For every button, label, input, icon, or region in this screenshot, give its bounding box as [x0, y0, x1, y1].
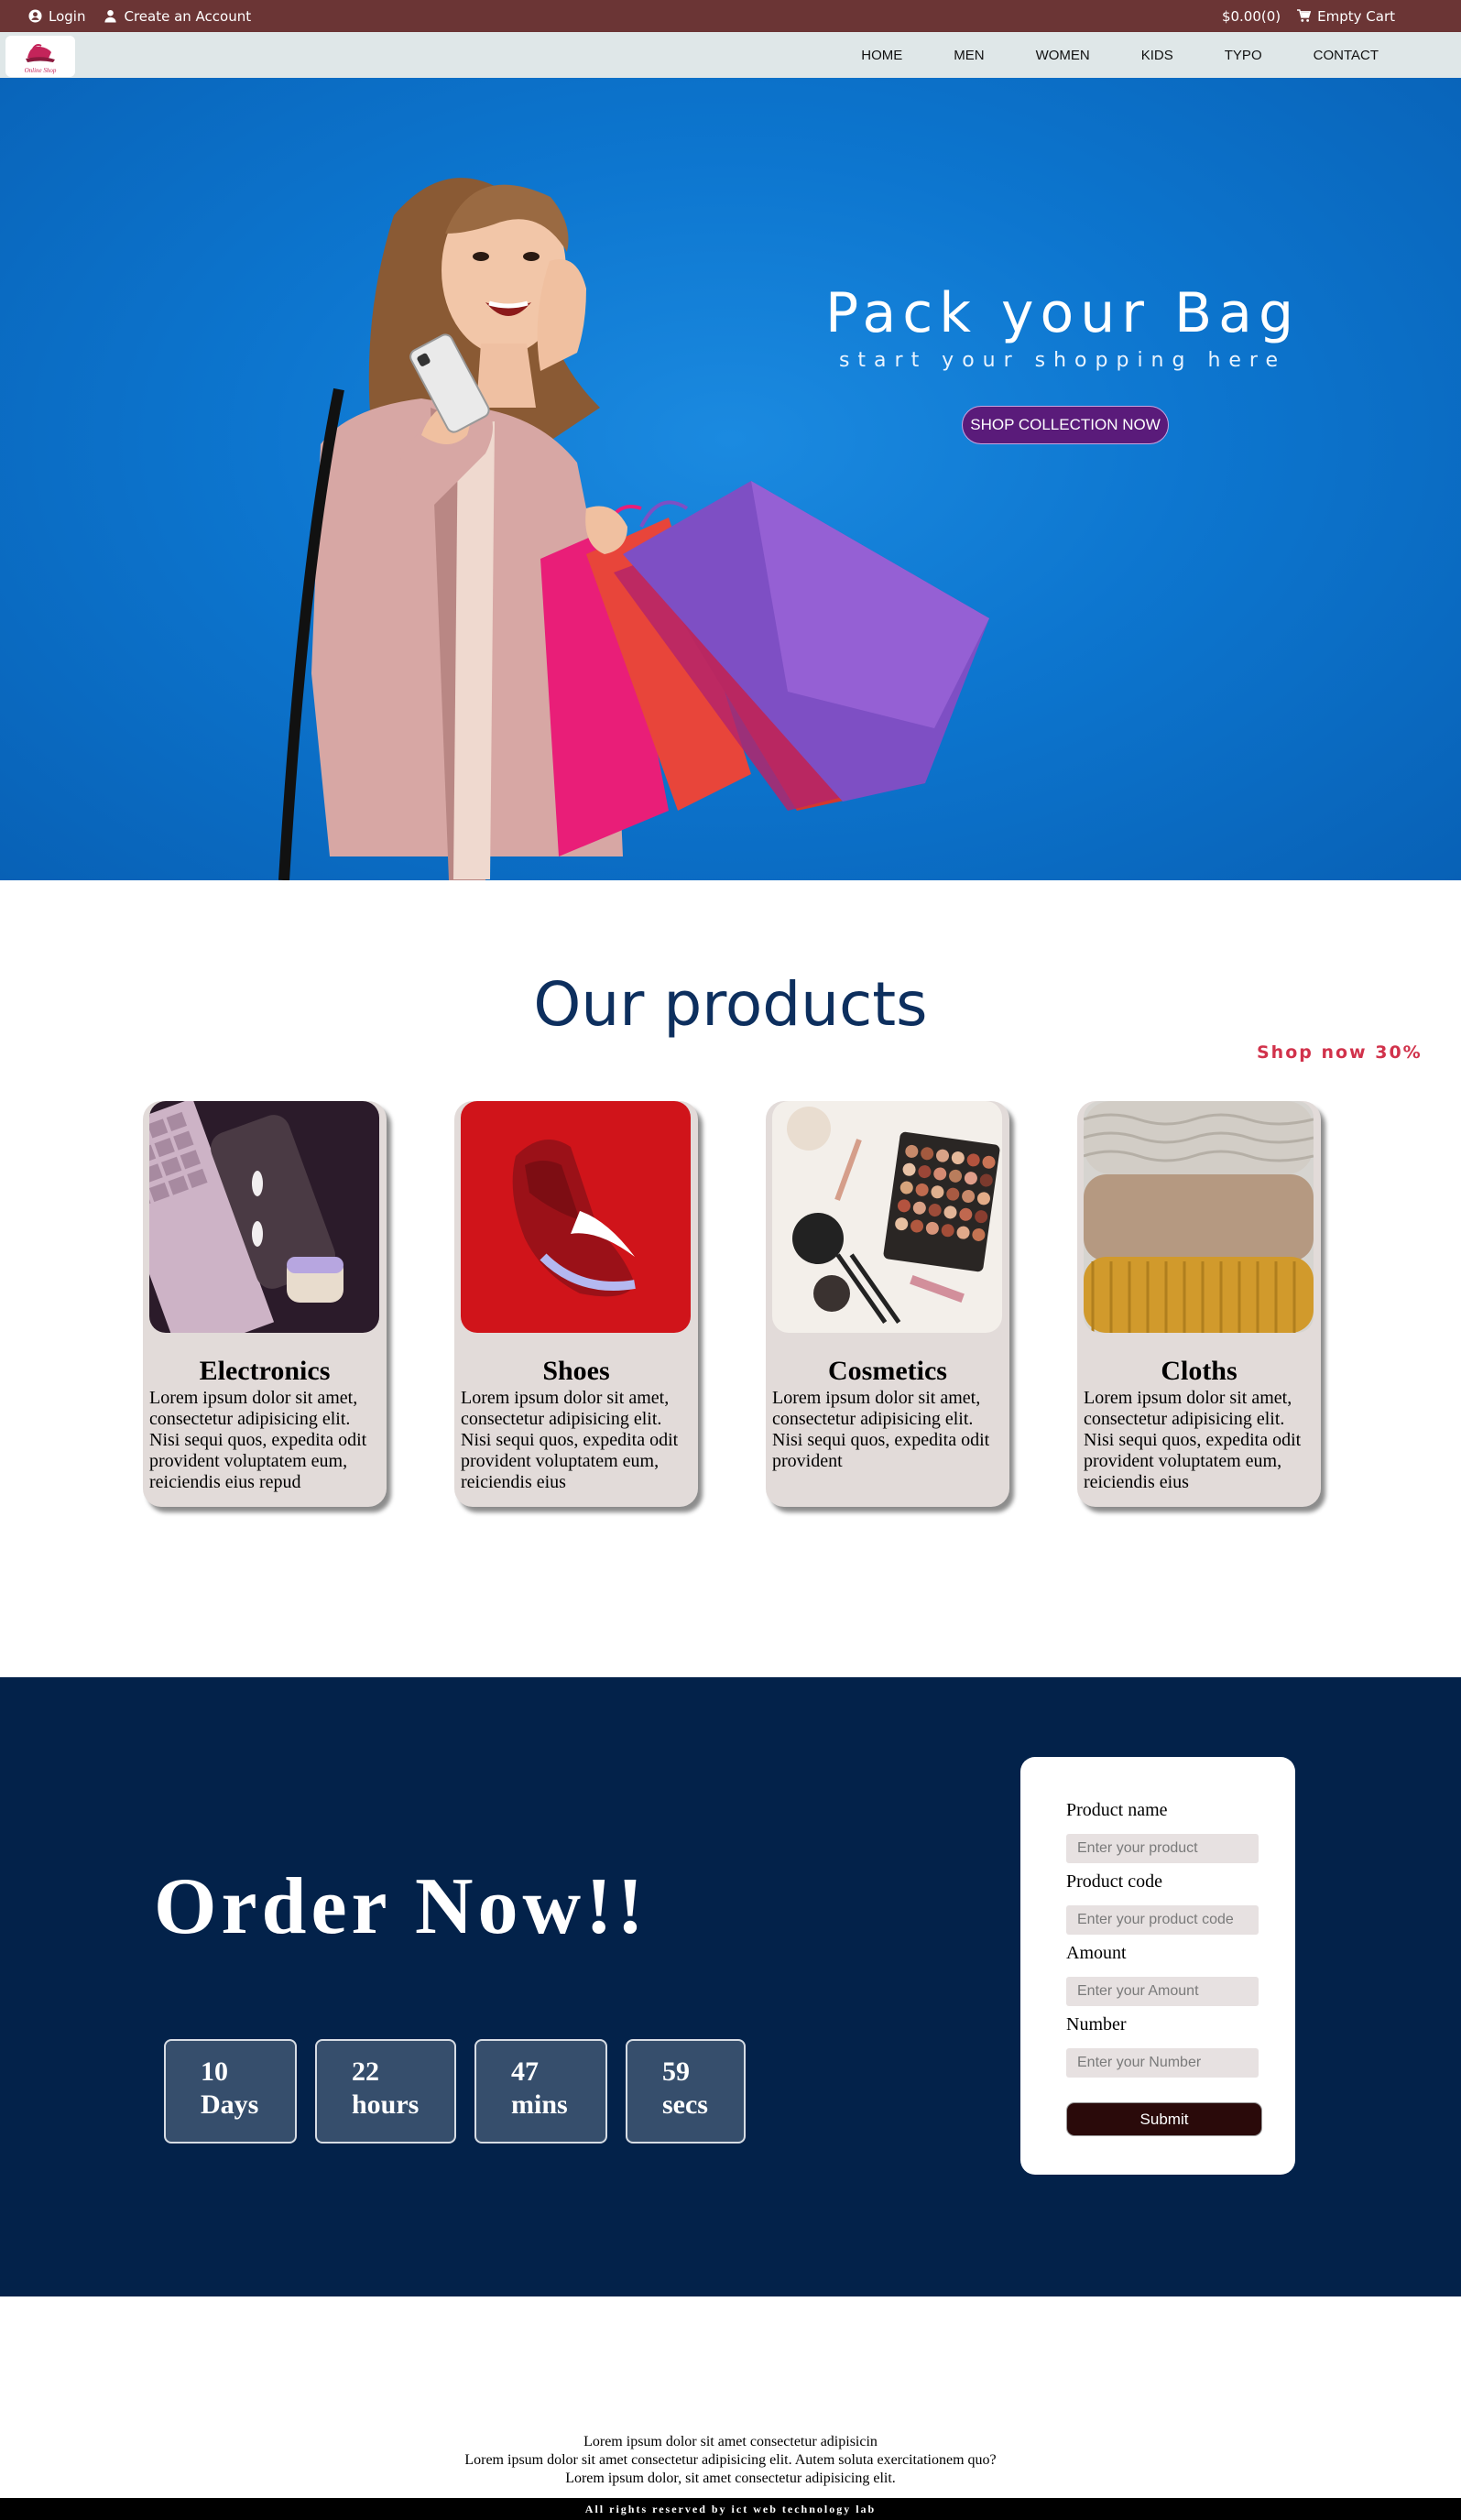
- product-code-input[interactable]: [1066, 1905, 1259, 1935]
- nav-item-home[interactable]: HOME: [861, 48, 902, 63]
- products-heading: Our products: [533, 969, 928, 1040]
- nav-item-women[interactable]: WOMEN: [1036, 48, 1090, 63]
- countdown-days: 10 Days: [164, 2039, 297, 2144]
- cart-icon: [1297, 9, 1312, 22]
- order-section: Order Now!! 10 Days 22 hours 47 mins 59 …: [0, 1677, 1461, 2296]
- countdown-value: 22: [352, 2056, 379, 2087]
- top-bar: Login Create an Account $0.00(0) Empty C…: [0, 0, 1461, 32]
- product-description: Lorem ipsum dolor sit amet, consectetur …: [1084, 1388, 1302, 1492]
- amount-input[interactable]: [1066, 1977, 1259, 2006]
- countdown-value: 59: [662, 2056, 690, 2087]
- hero-title: Pack your Bag: [824, 281, 1301, 345]
- login-link[interactable]: Login: [28, 8, 85, 25]
- product-description: Lorem ipsum dolor sit amet, consectetur …: [772, 1388, 990, 1471]
- product-name: Shoes: [542, 1356, 610, 1386]
- countdown-unit: hours: [352, 2089, 420, 2120]
- product-name-input[interactable]: [1066, 1834, 1259, 1863]
- nav-item-men[interactable]: MEN: [954, 48, 984, 63]
- hero-woman-with-bags-image: [278, 178, 989, 880]
- product-name: Electronics: [199, 1356, 331, 1386]
- countdown-secs: 59 secs: [626, 2039, 746, 2144]
- product-card-electronics[interactable]: Electronics Lorem ipsum dolor sit amet, …: [143, 1101, 387, 1507]
- product-description: Lorem ipsum dolor sit amet, consectetur …: [149, 1388, 367, 1492]
- promo-text[interactable]: Shop now 30%: [1257, 1042, 1423, 1063]
- product-code-label: Product code: [1066, 1871, 1162, 1892]
- cart-label: Empty Cart: [1317, 7, 1395, 25]
- cloths-image: [1084, 1101, 1314, 1333]
- svg-text:Online Shop: Online Shop: [25, 67, 57, 74]
- main-nav: HOME MEN WOMEN KIDS TYPO CONTACT: [0, 32, 1461, 78]
- copyright-bar: All rights reserved by ict web technolog…: [0, 2498, 1461, 2520]
- submit-button[interactable]: Submit: [1066, 2102, 1262, 2136]
- product-description: Lorem ipsum dolor sit amet, consectetur …: [461, 1388, 679, 1492]
- product-name: Cosmetics: [828, 1356, 947, 1386]
- cart-total[interactable]: $0.00(0): [1222, 8, 1281, 25]
- countdown-value: 47: [511, 2056, 539, 2087]
- hero-subtitle: start your shopping here: [838, 349, 1287, 372]
- countdown-value: 10: [201, 2056, 228, 2087]
- create-account-label: Create an Account: [124, 7, 252, 25]
- product-name-label: Product name: [1066, 1800, 1168, 1820]
- footer-text: Lorem ipsum dolor sit amet consectetur a…: [0, 2433, 1461, 2488]
- login-label: Login: [49, 7, 86, 25]
- electronics-image: [149, 1101, 379, 1333]
- countdown-unit: secs: [662, 2089, 708, 2120]
- shop-collection-button[interactable]: SHOP COLLECTION NOW: [962, 406, 1169, 444]
- amount-label: Amount: [1066, 1943, 1127, 1963]
- number-input[interactable]: [1066, 2048, 1259, 2078]
- nav-item-contact[interactable]: CONTACT: [1314, 48, 1379, 63]
- create-account-link[interactable]: Create an Account: [104, 8, 251, 25]
- site-logo[interactable]: Online Shop: [5, 36, 75, 77]
- order-form: Product name Product code Amount Number …: [1020, 1757, 1295, 2175]
- user-icon: [104, 9, 117, 23]
- countdown-unit: mins: [511, 2089, 568, 2120]
- countdown-unit: Days: [201, 2089, 259, 2120]
- footer-line: Lorem ipsum dolor sit amet consectetur a…: [464, 2452, 997, 2468]
- nav-item-kids[interactable]: KIDS: [1141, 48, 1173, 63]
- nav-menu: HOME MEN WOMEN KIDS TYPO CONTACT: [810, 32, 1379, 78]
- hero-banner: Pack your Bag start your shopping here S…: [0, 78, 1461, 880]
- product-card-cloths[interactable]: Cloths Lorem ipsum dolor sit amet, conse…: [1077, 1101, 1321, 1507]
- cosmetics-image: [772, 1101, 1002, 1333]
- cart-link[interactable]: Empty Cart: [1297, 8, 1395, 25]
- countdown-hours: 22 hours: [315, 2039, 456, 2144]
- product-card-cosmetics[interactable]: Cosmetics Lorem ipsum dolor sit amet, co…: [766, 1101, 1009, 1507]
- order-heading: Order Now!!: [154, 1862, 649, 1951]
- nav-item-typo[interactable]: TYPO: [1225, 48, 1262, 63]
- footer-line: Lorem ipsum dolor, sit amet consectetur …: [565, 2471, 896, 2486]
- number-label: Number: [1066, 2014, 1127, 2035]
- user-circle-icon: [28, 9, 42, 23]
- countdown-mins: 47 mins: [474, 2039, 607, 2144]
- product-card-shoes[interactable]: Shoes Lorem ipsum dolor sit amet, consec…: [454, 1101, 698, 1507]
- product-name: Cloths: [1161, 1356, 1237, 1386]
- footer-line: Lorem ipsum dolor sit amet consectetur a…: [583, 2434, 878, 2449]
- shoes-image: [461, 1101, 691, 1333]
